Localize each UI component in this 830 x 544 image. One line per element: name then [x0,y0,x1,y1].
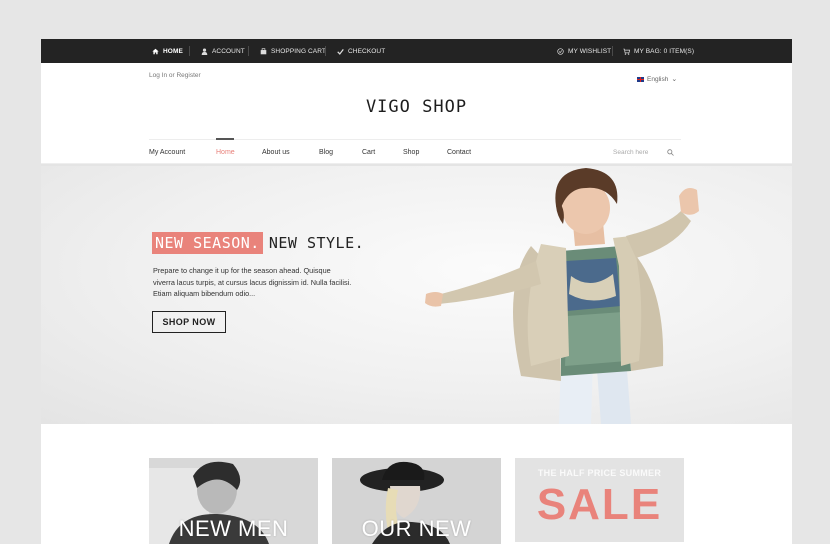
topbar-divider [189,46,190,56]
nav-active-indicator [216,138,234,140]
topbar-bag-label: MY BAG: 0 ITEM(S) [634,47,695,55]
topbar-checkout-link[interactable]: CHECKOUT [337,39,385,63]
topbar-divider [612,46,613,56]
promo-sale-title: SALE [536,480,663,529]
hero-headline-rest: NEW STYLE. [268,234,365,252]
promo-our-new[interactable]: OUR NEW [332,458,501,544]
login-register-link[interactable]: Log In or Register [149,72,201,79]
topbar-cart-label: SHOPPING CART [271,47,326,55]
bag-cart-icon [623,48,630,55]
topbar-wishlist-link[interactable]: MY WISHLIST [557,39,611,63]
hero-description: Prepare to change it up for the season a… [153,266,352,298]
nav-item-home[interactable]: Home [216,143,235,161]
topbar-wishlist-label: MY WISHLIST [568,47,612,55]
search-box [601,144,683,160]
shop-now-button[interactable]: SHOP NOW [152,311,226,333]
uk-flag-icon [637,76,644,82]
topbar-account-label: ACCOUNT [212,47,245,55]
topbar-home-label: HOME [163,47,183,55]
check-icon [337,48,344,55]
hero-headline: NEW SEASON. NEW STYLE. [152,232,364,254]
home-icon [152,48,159,54]
nav-item-shop[interactable]: Shop [403,143,419,161]
site-logo[interactable]: VIGO SHOP [41,97,792,117]
promo-new-men[interactable]: NEW MEN [149,458,318,544]
nav-item-contact[interactable]: Contact [447,143,471,161]
chevron-down-icon: ⌄ [671,76,678,83]
promo-sale-subtitle: THE HALF PRICE SUMMER [537,468,662,478]
cart-icon [260,47,267,54]
hero-headline-accent: NEW SEASON. [152,232,263,254]
topbar-checkout-label: CHECKOUT [348,47,386,55]
nav-item-cart[interactable]: Cart [362,143,375,161]
nav-item-my-account[interactable]: My Account [149,143,185,161]
wishlist-check-icon [557,47,564,55]
promo-new-title: OUR NEW [361,516,472,541]
topbar-account-link[interactable]: ACCOUNT [201,39,245,63]
language-label: English [647,75,669,83]
search-icon[interactable] [667,148,674,156]
hero-model-image [425,168,699,424]
promo-men-title: NEW MEN [178,516,289,541]
topbar-cart-link[interactable]: SHOPPING CART [260,39,326,63]
top-bar: HOME ACCOUNT SHOPPING CART CHECKOUT MY W… [41,39,792,63]
nav-item-blog[interactable]: Blog [319,143,333,161]
topbar-divider [325,46,326,56]
hero-banner: NEW SEASON. NEW STYLE. Prepare to change… [41,166,792,424]
search-input[interactable] [601,148,661,156]
topbar-bag-link[interactable]: MY BAG: 0 ITEM(S) [623,39,694,63]
promo-sale[interactable]: THE HALF PRICE SUMMER SALE [515,458,684,542]
topbar-home-link[interactable]: HOME [152,39,183,63]
language-selector[interactable]: English ⌄ [637,75,677,83]
user-icon [201,47,208,55]
nav-item-about[interactable]: About us [262,143,290,161]
page-frame: HOME ACCOUNT SHOPPING CART CHECKOUT MY W… [41,39,792,544]
topbar-divider [248,46,249,56]
